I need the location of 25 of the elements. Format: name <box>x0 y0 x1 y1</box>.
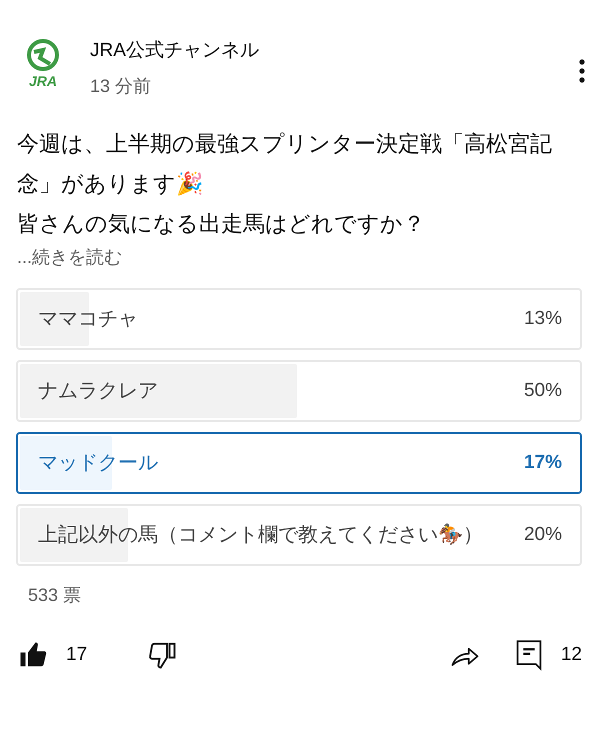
post-time: 13 分前 <box>90 75 152 98</box>
option-percent: 50% <box>524 378 563 403</box>
like-count: 17 <box>66 642 88 667</box>
more-options-icon[interactable] <box>578 58 586 84</box>
option-label: ナムラクレア <box>37 379 159 404</box>
option-percent: 17% <box>524 450 563 475</box>
thumbs-down-icon[interactable] <box>147 640 178 670</box>
option-label: 上記以外の馬（コメント欄で教えてください🏇） <box>37 522 484 548</box>
comment-icon[interactable] <box>514 639 543 671</box>
poll-option[interactable]: ママコチャ 13% <box>16 288 582 350</box>
poll-option[interactable]: ナムラクレア 50% <box>16 360 582 422</box>
channel-name[interactable]: JRA公式チャンネル <box>90 38 259 64</box>
option-label: ママコチャ <box>37 307 139 332</box>
option-percent: 20% <box>524 522 563 547</box>
poll-option[interactable]: マッドクール 17% <box>16 432 582 494</box>
poll-option[interactable]: 上記以外の馬（コメント欄で教えてください🏇） 20% <box>16 504 582 566</box>
post-text: 皆さんの気になる出走馬はどれですか？ <box>17 210 426 238</box>
read-more-link[interactable]: ...続きを読む <box>17 244 583 270</box>
option-percent: 13% <box>524 306 563 331</box>
option-label: マッドクール <box>37 451 159 476</box>
post-text: 今週は、上半期の最強スプリンター決定戦「高松宮記念」があります🎉 <box>17 130 553 198</box>
logo-text: JRA <box>28 74 57 88</box>
vote-count: 533 票 <box>28 585 82 605</box>
channel-avatar[interactable]: JRA <box>20 38 66 96</box>
comment-count: 12 <box>560 642 582 667</box>
